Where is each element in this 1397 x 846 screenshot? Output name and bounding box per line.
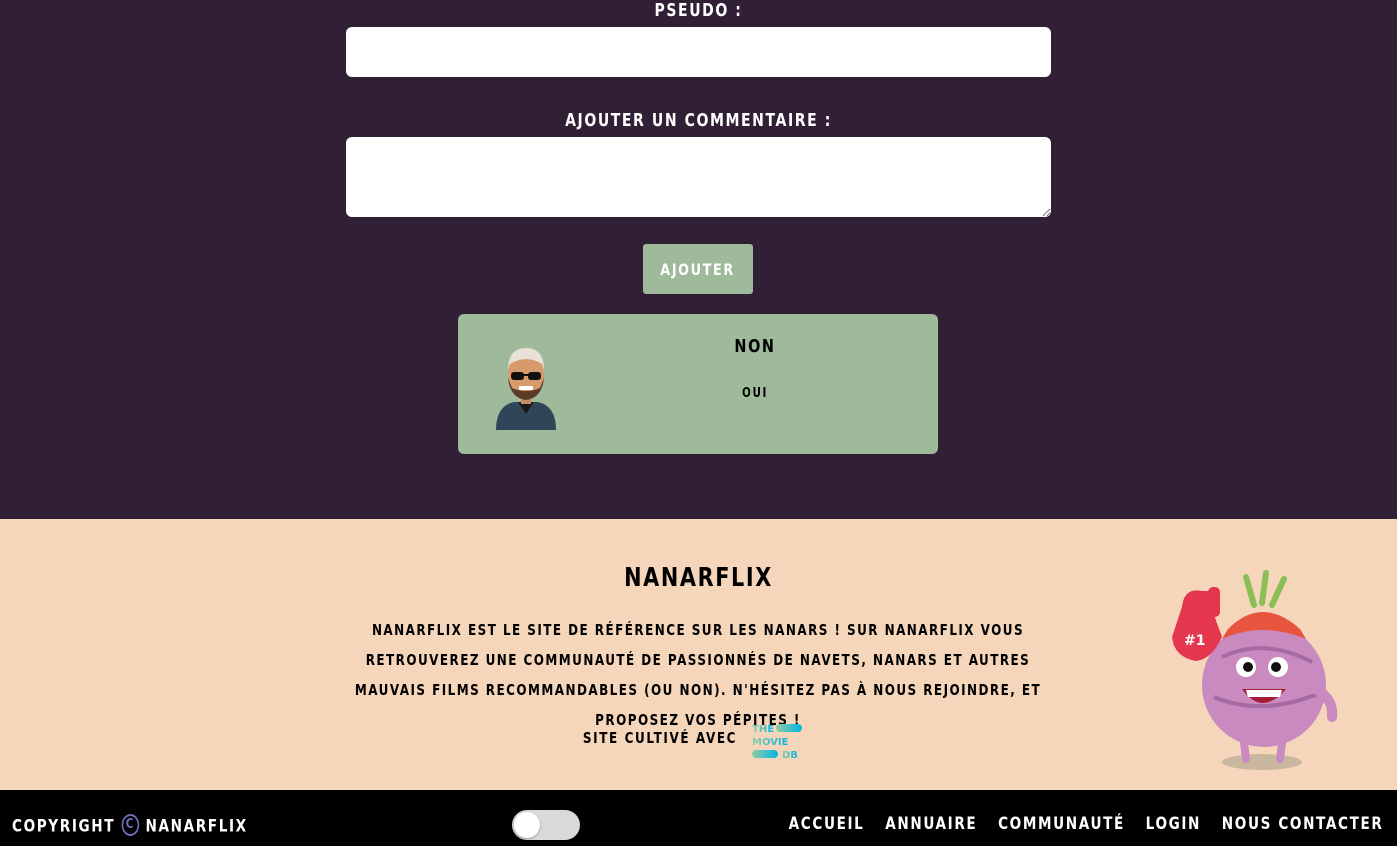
- pseudo-input[interactable]: [346, 27, 1051, 77]
- comment-label: AJOUTER UN COMMENTAIRE :: [565, 110, 832, 131]
- footer-description: NANARFLIX EST LE SITE DE RÉFÉRENCE SUR L…: [354, 621, 1042, 729]
- copyright-icon: C: [121, 814, 140, 836]
- add-comment-button[interactable]: AJOUTER: [643, 244, 753, 294]
- tmdb-logo[interactable]: THE MOVIE DB: [752, 722, 806, 762]
- cultive-label: SITE CULTIVÉ AVEC: [582, 729, 738, 747]
- main-content: PSEUDO : AJOUTER UN COMMENTAIRE : AJOUTE…: [0, 0, 1397, 519]
- svg-text:#1: #1: [1184, 633, 1205, 649]
- nav-link-nous-contacter[interactable]: NOUS CONTACTER: [1221, 814, 1383, 834]
- comment-text: OUI: [742, 386, 768, 401]
- comment-card: NON OUI: [458, 314, 938, 454]
- copyright-name: NANARFLIX: [145, 816, 248, 837]
- svg-text:MOVIE: MOVIE: [752, 737, 789, 748]
- footer-title: NANARFLIX: [624, 563, 773, 593]
- comment-textarea[interactable]: [346, 137, 1051, 217]
- footer-nav: ACCUEIL ANNUAIRE COMMUNAUTÉ LOGIN NOUS C…: [640, 814, 1383, 834]
- pseudo-label: PSEUDO :: [654, 0, 743, 21]
- add-comment-button-label: AJOUTER: [660, 259, 736, 279]
- turnip-mascot-icon: #1: [1172, 570, 1338, 770]
- comment-pseudo: NON: [734, 336, 776, 357]
- toggle-knob[interactable]: [514, 812, 540, 838]
- copyright-prefix: COPYRIGHT: [12, 816, 116, 837]
- svg-text:DB: DB: [782, 750, 798, 761]
- nav-link-login[interactable]: LOGIN: [1145, 814, 1200, 834]
- bottom-bar: COPYRIGHT C NANARFLIX ACCUEIL ANNUAIRE COM…: [0, 790, 1397, 846]
- site-footer: NANARFLIX NANARFLIX EST LE SITE DE RÉFÉR…: [0, 519, 1397, 790]
- nav-link-accueil[interactable]: ACCUEIL: [788, 814, 864, 834]
- theme-toggle[interactable]: [512, 810, 580, 840]
- nav-link-communaute[interactable]: COMMUNAUTÉ: [998, 814, 1125, 834]
- bearded-man-sunglasses-avatar-icon: [496, 348, 556, 430]
- nav-link-annuaire[interactable]: ANNUAIRE: [885, 814, 977, 834]
- copyright: COPYRIGHT C NANARFLIX: [12, 814, 248, 839]
- svg-text:THE: THE: [752, 724, 774, 735]
